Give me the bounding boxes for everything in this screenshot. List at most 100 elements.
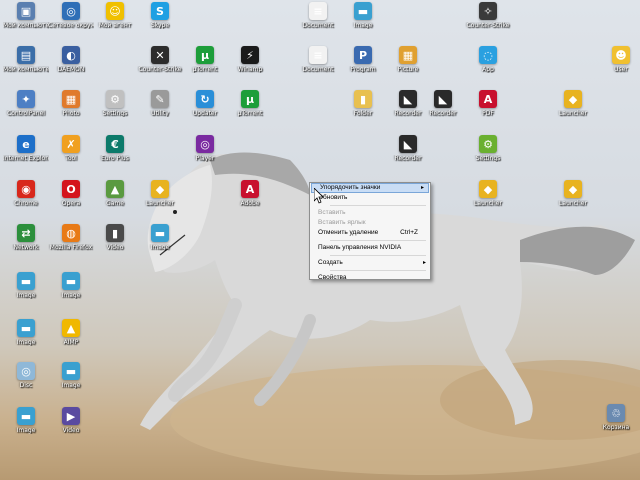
desktop-icon-label: Image [61,292,81,299]
desktop-icon-label: Сетевое окружение [48,22,94,29]
desktop-icon-skype[interactable]: S Skype [137,2,183,46]
desktop-icon-adobe[interactable]: A Adobe [227,180,273,224]
desktop-icon-net[interactable]: ◎ Сетевое окружение [48,2,94,46]
desktop-icon-chrome[interactable]: ◉ Chrome [3,180,49,224]
menu-item[interactable]: Создать ▸ [310,258,430,268]
desktop-icon-cube3[interactable]: ◆ Launcher [465,180,511,224]
desktop-icon-film[interactable]: ▮ Video [92,224,138,268]
desktop-icon-folder[interactable]: ▮ Folder [340,90,386,134]
desktop-icon-label: Мой агент [98,22,132,29]
desktop-icon-img1[interactable]: ▬ Image [137,224,183,268]
mouse-cursor-icon [314,188,324,204]
menu-item[interactable]: Обновить [310,193,430,203]
utorrent1-icon: µ [196,46,214,64]
desktop-icon-mycomp1[interactable]: ▣ Мой компьютер [3,2,49,46]
desktop-icon-img7[interactable]: ▬ Image [340,2,386,46]
desktop-icon-utorrent2[interactable]: µ µTorrent [227,90,273,134]
desktop-icon-msg[interactable]: ☺ Мой агент [92,2,138,46]
desktop-icon-cs2[interactable]: ✧ Counter-Strike [465,2,511,46]
desktop-icon-label: Updater [192,110,218,117]
film-icon: ▮ [106,224,124,242]
msg-icon: ☺ [106,2,124,20]
desktop-icon-euro[interactable]: € Euro Plus [92,135,138,179]
menu-separator [330,240,426,241]
desktop-icon-counter[interactable]: ✕ Counter-Strike [137,46,183,90]
desktop-icon-label: Recorder [429,110,457,117]
context-menu: Упорядочить значки ▸ Обновить Вставить Встав… [309,182,431,283]
desktop-icon-cube1[interactable]: ◆ Launcher [137,180,183,224]
desktop-icon-img3[interactable]: ▬ Image [48,272,94,316]
desktop-icon-rec3[interactable]: ◣ Recorder [385,135,431,179]
desktop-icon-doc2[interactable]: ≡ Document [295,46,341,90]
desktop-icon-pdf[interactable]: A PDF [465,90,511,134]
desktop-icon-mycomp2[interactable]: ▤ Мой компьютер [3,46,49,90]
desktop-icon-label: Network [13,244,39,251]
desktop-icon-label: Mozilla Firefox [49,244,93,251]
desktop-icon-rec2[interactable]: ◣ Recorder [420,90,466,134]
desktop-icon-gear2[interactable]: ⚙ Settings [465,135,511,179]
doc2-icon: ≡ [309,46,327,64]
desktop-icon-word1[interactable]: ≡ Document [295,2,341,46]
desktop-icon-cd[interactable]: ◎ Disc [3,362,49,406]
desktop-icon-label: DAEMON [57,66,85,73]
euro-icon: € [106,135,124,153]
desktop-icon-utorrent1[interactable]: µ µTorrent [182,46,228,90]
desktop-icon-cube4[interactable]: ◆ Launcher [550,180,596,224]
desktop-icon-user[interactable]: ☻ User [598,46,640,90]
menu-item[interactable]: Отменить удаление Ctrl+Z [310,228,430,238]
desktop-icon-img2[interactable]: ▬ Image [3,272,49,316]
desktop-icon-label: Euro Plus [101,155,129,162]
desktop-icon-label: Chrome [14,200,38,207]
desktop-icon-iron[interactable]: ✎ Utility [137,90,183,134]
desktop-icon-recycle[interactable]: ♲ Корзина [593,404,639,448]
desktop-icon-label: AIMP [63,339,79,346]
film2-icon: ▶ [62,407,80,425]
desktop-icon-img6[interactable]: ▬ Image [3,407,49,451]
cube1-icon: ◆ [151,180,169,198]
desktop-icon-cube2[interactable]: ◆ Launcher [550,90,596,134]
desktop-icon-net2[interactable]: ⇄ Network [3,224,49,268]
desktop-icon-label: Settings [102,110,128,117]
chrome-icon: ◉ [17,180,35,198]
desktop-icon-firefox[interactable]: ◍ Mozilla Firefox [48,224,94,268]
desktop-icon-ie[interactable]: e Internet Explorer [3,135,49,179]
desktop-icon-img5[interactable]: ▬ Image [48,362,94,406]
opera-icon: O [62,180,80,198]
desktop[interactable]: ▣ Мой компьютер ◎ Сетевое окружение ☺ Мой аге… [0,0,640,480]
desktop-icon-pp[interactable]: P Program [340,46,386,90]
desktop-icon-game1[interactable]: ▲ Game [92,180,138,224]
menu-item[interactable]: Упорядочить значки ▸ [311,183,429,193]
menu-item[interactable]: Свойства [310,273,430,283]
desktop-icon-tool[interactable]: ✗ Tool [48,135,94,179]
desktop-icon-aimp[interactable]: ▲ AIMP [48,319,94,363]
desktop-icon-photo[interactable]: ▦ Photo [48,90,94,134]
submenu-arrow-icon: ▸ [420,185,424,191]
pp-icon: P [354,46,372,64]
menu-item[interactable]: Вставить [310,208,430,218]
updater-icon: ↻ [196,90,214,108]
pic-icon: ▦ [399,46,417,64]
menu-item-label: Упорядочить значки [320,184,381,191]
desktop-icon-img4[interactable]: ▬ Image [3,319,49,363]
desktop-icon-pic[interactable]: ▦ Picture [385,46,431,90]
net2-icon: ⇄ [17,224,35,242]
desktop-icon-purple[interactable]: ◎ Player [182,135,228,179]
menu-item[interactable]: Панель управления NVIDIA [310,243,430,253]
menu-item[interactable]: Вставить ярлык [310,218,430,228]
desktop-icon-daemon[interactable]: ◐ DAEMON [48,46,94,90]
desktop-icon-settings[interactable]: ⚙ Settings [92,90,138,134]
desktop-icon-film2[interactable]: ▶ Video [48,407,94,451]
purple-icon: ◎ [196,135,214,153]
desktop-icon-opera[interactable]: O Opera [48,180,94,224]
desktop-icon-label: Image [353,22,373,29]
desktop-icon-winamp[interactable]: ⚡ Winamp [227,46,273,90]
desktop-icon-label: Tool [65,155,77,162]
desktop-icon-gear[interactable]: ✦ ControlPanel [3,90,49,134]
ie-icon: e [17,135,35,153]
desktop-icon-updater[interactable]: ↻ Updater [182,90,228,134]
cd-icon: ◎ [17,362,35,380]
menu-separator [330,205,426,206]
desktop-icon-app[interactable]: ◌ App [465,46,511,90]
cube4-icon: ◆ [564,180,582,198]
net-icon: ◎ [62,2,80,20]
